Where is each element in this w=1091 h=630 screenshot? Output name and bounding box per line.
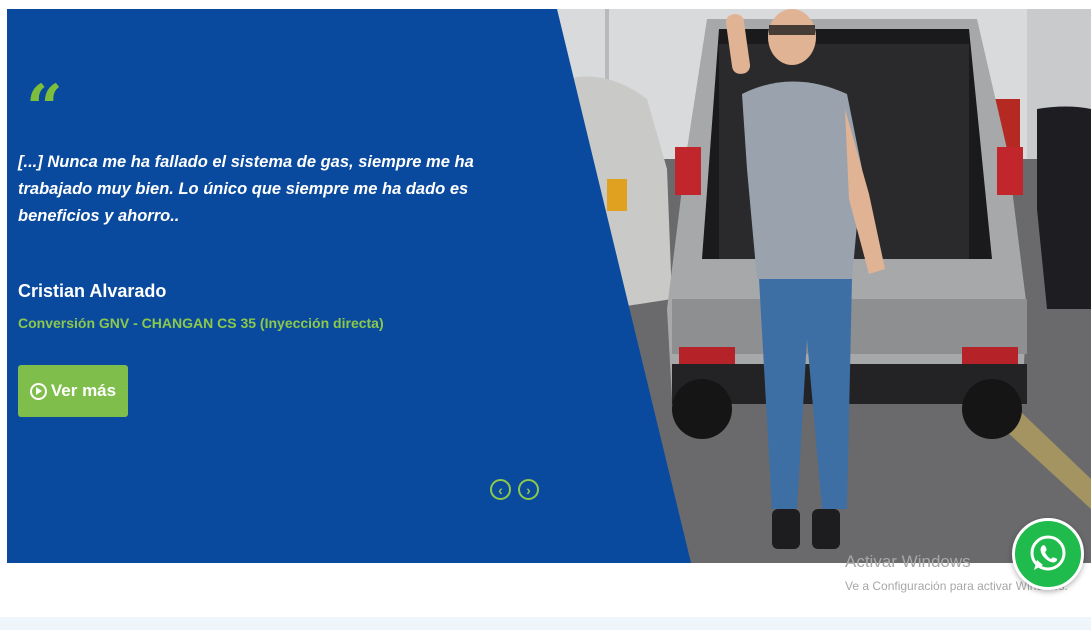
whatsapp-icon — [1030, 535, 1066, 571]
testimonial-hero: “ [...] Nunca me ha fallado el sistema d… — [7, 9, 1091, 563]
carousel-next-button[interactable]: › — [518, 479, 539, 500]
quote-mark-icon: “ — [26, 71, 63, 146]
play-circle-icon — [29, 382, 47, 400]
ver-mas-button[interactable]: Ver más — [18, 365, 128, 417]
carousel-controls: ‹ › — [490, 479, 539, 500]
testimonial-author: Cristian Alvarado — [18, 281, 167, 301]
carousel-prev-button[interactable]: ‹ — [490, 479, 511, 500]
next-section-strip — [0, 617, 1091, 630]
testimonial-quote: [...] Nunca me ha fallado el sistema de … — [18, 153, 474, 225]
whatsapp-button[interactable] — [1012, 518, 1084, 590]
ver-mas-label: Ver más — [50, 381, 117, 400]
testimonial-vehicle: Conversión GNV - CHANGAN CS 35 (Inyecció… — [18, 315, 384, 331]
